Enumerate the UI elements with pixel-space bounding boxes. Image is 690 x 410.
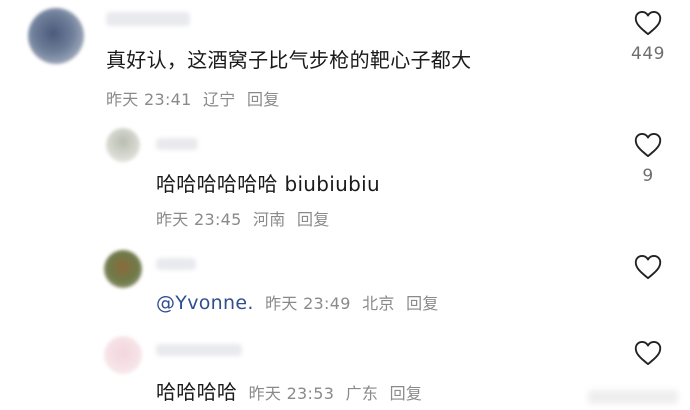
username-blurred[interactable] (156, 138, 198, 150)
watermark-blurred (588, 390, 678, 404)
reply-button[interactable]: 回复 (297, 210, 330, 229)
avatar[interactable] (104, 250, 142, 288)
avatar[interactable] (104, 336, 142, 374)
reply-button[interactable]: 回复 (406, 294, 439, 313)
like-button[interactable]: 9 (628, 132, 668, 186)
comment-time: 昨天 23:41 (106, 90, 192, 109)
comment-location: 辽宁 (203, 90, 236, 109)
avatar[interactable] (106, 128, 140, 162)
mention-link[interactable]: @Yvonne. (156, 292, 254, 314)
like-count: 449 (631, 44, 665, 64)
comment-meta: 昨天 23:41 辽宁 回复 (106, 86, 286, 110)
reply-button[interactable]: 回复 (390, 384, 423, 403)
comment-text: 哈哈哈哈哈哈 biubiubiu (156, 172, 380, 196)
reply-button[interactable]: 回复 (247, 90, 280, 109)
comment-location: 河南 (253, 210, 286, 229)
comment-text: 真好认，这酒窝子比气步枪的靶心子都大 (106, 48, 472, 72)
username-blurred[interactable] (156, 344, 242, 356)
comment-time: 昨天 23:45 (156, 210, 242, 229)
like-button[interactable] (628, 340, 668, 374)
like-count: 9 (642, 166, 654, 186)
username-blurred[interactable] (106, 12, 190, 26)
like-button[interactable] (628, 254, 668, 288)
comment-location: 北京 (362, 294, 395, 313)
like-button[interactable]: 449 (628, 10, 668, 64)
comment-meta: 昨天 23:45 河南 回复 (156, 206, 336, 230)
comment-time: 昨天 23:53 (248, 384, 335, 403)
avatar[interactable] (28, 8, 84, 64)
comment-location: 广东 (345, 384, 379, 403)
comment-meta: 哈哈哈哈 昨天 23:53 广东 回复 (156, 376, 428, 405)
comment-text: 哈哈哈哈 (156, 380, 238, 404)
heart-outline-icon (634, 10, 662, 36)
heart-outline-icon (634, 340, 662, 366)
username-blurred[interactable] (156, 258, 196, 270)
heart-outline-icon (634, 132, 662, 158)
comment-meta: @Yvonne. 昨天 23:49 北京 回复 (156, 290, 445, 314)
comment-time: 昨天 23:49 (265, 294, 351, 313)
heart-outline-icon (634, 254, 662, 280)
